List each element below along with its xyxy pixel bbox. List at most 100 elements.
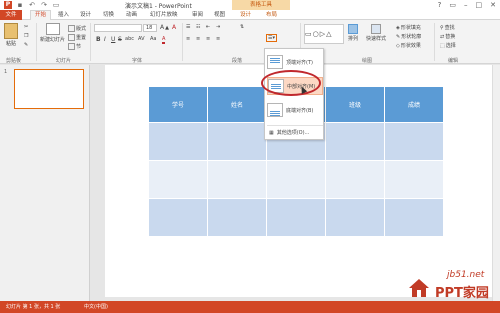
table-cell[interactable] [148, 198, 208, 237]
numbering-button[interactable]: ☷ [196, 24, 200, 30]
table-tools-context: 表格工具 [232, 0, 290, 10]
slide-count-status: 幻灯片 第 1 张，共 1 张 [6, 304, 61, 310]
language-status[interactable]: 中文(中国) [84, 301, 108, 313]
help-icon[interactable]: ? [438, 0, 442, 10]
copy-button[interactable]: ❐ [24, 33, 28, 39]
save-icon[interactable]: ▪ [16, 1, 24, 9]
align-bottom-icon [267, 103, 283, 117]
table-cell[interactable] [384, 122, 444, 161]
layout-button[interactable]: 版式 [68, 25, 86, 32]
table-cell[interactable] [384, 160, 444, 199]
tab-table-design[interactable]: 设计 [240, 11, 251, 19]
font-name-box[interactable] [94, 24, 142, 32]
strike-button[interactable]: S [118, 36, 122, 43]
table-cell[interactable] [148, 122, 208, 161]
change-case-button[interactable]: Aa [150, 36, 156, 42]
tab-design[interactable]: 设计 [80, 11, 91, 19]
table-cell[interactable] [325, 160, 385, 199]
table-header-cell[interactable]: 姓名 [207, 86, 267, 123]
clipboard-icon [4, 23, 18, 39]
redo-icon[interactable]: ↷ [40, 1, 48, 9]
tab-review[interactable]: 审阅 [192, 11, 203, 19]
table-header-cell[interactable]: 班级 [325, 86, 385, 123]
replace-button[interactable]: ⇄ 替换 [440, 33, 455, 41]
copy-icon: ❐ [24, 33, 29, 39]
section-icon [68, 43, 75, 50]
table-cell[interactable] [266, 160, 326, 199]
section-button[interactable]: 节 [68, 43, 81, 50]
font-color-button[interactable]: A [162, 36, 166, 44]
tab-table-layout[interactable]: 布局 [266, 11, 277, 19]
ribbon-separator [90, 23, 91, 61]
quick-access-toolbar: P ▪ ↶ ↷ ▭ [4, 1, 60, 9]
table-cell[interactable] [207, 122, 267, 161]
maximize-icon[interactable]: □ [476, 0, 483, 10]
shapes-gallery[interactable]: ▭○▷△ [304, 24, 344, 44]
shape-effects-button[interactable]: ◇ 形状效果 [396, 42, 421, 50]
shape-outline-button[interactable]: ✎ 形状轮廓 [396, 33, 421, 41]
shape-fill-button[interactable]: ◈ 形状填充 [396, 24, 421, 32]
align-text-button[interactable]: ☰▾ [266, 34, 277, 42]
clear-format-button[interactable]: A [172, 24, 176, 31]
align-right-button[interactable]: ≡ [206, 36, 210, 42]
new-slide-button[interactable]: 新建幻灯片 [40, 23, 65, 43]
align-bottom-option[interactable]: 底端对齐(B) [267, 101, 323, 119]
font-size-box[interactable]: 18 [143, 24, 157, 32]
indent-decrease-button[interactable]: ⇤ [206, 24, 210, 30]
minimize-icon[interactable]: – [464, 0, 468, 10]
italic-button[interactable]: I [104, 36, 106, 43]
format-painter-button[interactable]: ✎ [24, 42, 28, 48]
ribbon: 粘贴 ✂ ❐ ✎ 新建幻灯片 版式 重置 节 18 A ▲ A B I U S a… [0, 20, 500, 64]
tab-insert[interactable]: 插入 [58, 11, 69, 19]
bold-button[interactable]: B [96, 36, 101, 43]
present-icon[interactable]: ▭ [52, 1, 60, 9]
undo-icon[interactable]: ↶ [28, 1, 36, 9]
reset-button[interactable]: 重置 [68, 34, 86, 41]
table-cell[interactable] [266, 198, 326, 237]
tab-transitions[interactable]: 切换 [103, 11, 114, 19]
arrange-button[interactable]: 排列 [348, 24, 358, 42]
char-spacing-button[interactable]: AV [138, 36, 145, 42]
table-cell[interactable] [325, 198, 385, 237]
outdent-icon: ⇤ [206, 24, 211, 30]
align-center-button[interactable]: ≡ [196, 36, 200, 42]
shadow-button[interactable]: abc [125, 36, 134, 42]
slide-thumbnail[interactable] [14, 69, 84, 109]
grow-font-button[interactable]: A ▲ [160, 24, 169, 31]
layout-icon [68, 25, 75, 32]
tab-file[interactable]: 文件 [0, 10, 22, 20]
bullets-button[interactable]: ☰ [186, 24, 190, 30]
scissors-icon: ✂ [24, 24, 29, 30]
paint-bucket-icon: ◈ [396, 24, 400, 31]
table-cell[interactable] [207, 160, 267, 199]
table-cell[interactable] [207, 198, 267, 237]
justify-button[interactable]: ≡ [216, 36, 220, 42]
indent-increase-button[interactable]: ⇥ [216, 24, 220, 30]
ribbon-separator [36, 23, 37, 61]
pen-icon: ✎ [396, 33, 401, 40]
more-options-item[interactable]: ▦ 其他选项(O)... [269, 129, 309, 137]
align-left-icon: ≡ [186, 36, 191, 42]
table-cell[interactable] [384, 198, 444, 237]
select-button[interactable]: ⬚ 选择 [440, 42, 456, 50]
align-top-option[interactable]: 顶端对齐(T) [267, 53, 323, 71]
table-header-cell[interactable]: 成绩 [384, 86, 444, 123]
tab-slideshow[interactable]: 幻灯片放映 [150, 11, 178, 19]
tab-animations[interactable]: 动画 [126, 11, 137, 19]
text-direction-button[interactable]: ⇅ [240, 24, 244, 30]
align-right-icon: ≡ [206, 36, 211, 42]
underline-button[interactable]: U [111, 36, 115, 43]
paste-button[interactable]: 粘贴 [4, 23, 18, 47]
close-icon[interactable]: ✕ [490, 0, 496, 10]
table-cell[interactable] [325, 122, 385, 161]
quick-styles-button[interactable]: 快速样式 [366, 24, 386, 42]
table-header-cell[interactable]: 学号 [148, 86, 208, 123]
tab-view[interactable]: 视图 [214, 11, 225, 19]
cut-button[interactable]: ✂ [24, 24, 28, 30]
new-slide-icon [45, 23, 60, 35]
vertical-scrollbar[interactable] [492, 65, 500, 301]
ribbon-display-icon[interactable]: ▭ [449, 0, 456, 10]
align-left-button[interactable]: ≡ [186, 36, 190, 42]
table-cell[interactable] [148, 160, 208, 199]
find-button[interactable]: ⚲ 查找 [440, 24, 455, 32]
